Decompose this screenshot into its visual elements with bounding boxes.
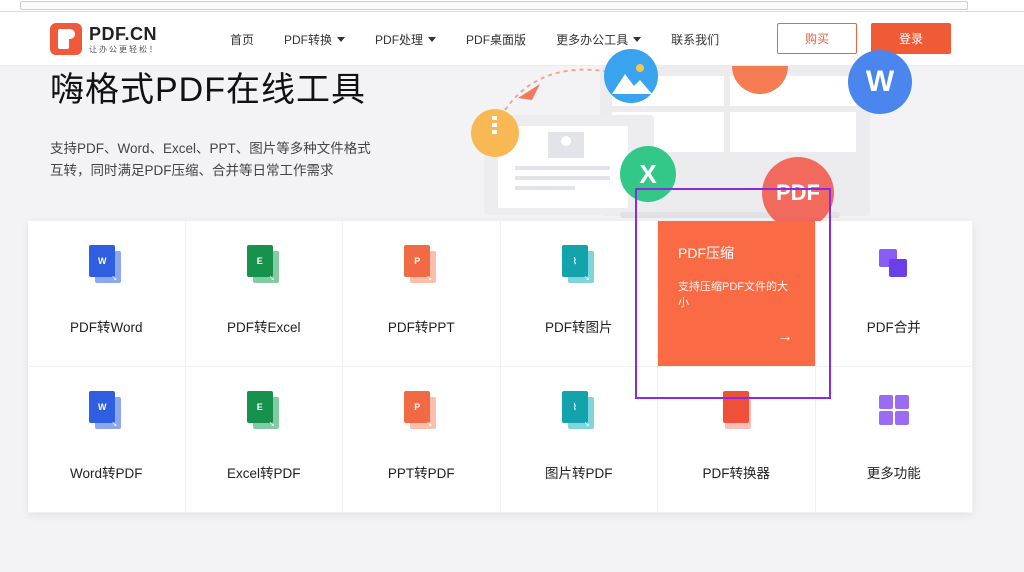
nav-more-tools[interactable]: 更多办公工具 xyxy=(556,31,642,48)
site-header: PDF.CN 让办公更轻松！ 首页 PDF转换 PDF处理 PDF桌面版 更多办… xyxy=(0,12,1024,66)
address-bar[interactable] xyxy=(20,1,968,10)
nav-pdf-process[interactable]: PDF处理 xyxy=(375,31,437,48)
buy-button[interactable]: 购买 xyxy=(777,23,857,54)
pdf-bubble-icon: PDF xyxy=(762,157,834,229)
tool-image-to-pdf[interactable]: ⌇ ↘ 图片转PDF xyxy=(500,367,658,513)
hero-description: 支持PDF、Word、Excel、PPT、图片等多种文件格式 互转，同时满足PD… xyxy=(50,138,390,182)
hero-desc-line1: 支持PDF、Word、Excel、PPT、图片等多种文件格式 xyxy=(50,141,371,156)
ppt-file-icon: P ↘ xyxy=(404,391,438,431)
tool-label: 图片转PDF xyxy=(545,466,613,481)
caret-down-icon xyxy=(633,36,642,42)
logo-text: PDF.CN 让办公更轻松！ xyxy=(89,25,159,54)
tool-label: PDF转PPT xyxy=(387,320,455,335)
logo-icon xyxy=(50,23,82,55)
logo[interactable]: PDF.CN 让办公更轻松！ xyxy=(50,22,170,56)
active-card-title: PDF压缩 xyxy=(678,245,734,261)
nav-pdf-desktop[interactable]: PDF桌面版 xyxy=(466,31,526,48)
tool-label: PDF合并 xyxy=(866,320,921,335)
tool-grid: W ↘ PDF转Word E ↘ PDF转Excel P ↘ PDF转PPT ⌇… xyxy=(28,221,973,513)
nav-contact[interactable]: 联系我们 xyxy=(671,31,719,48)
tool-label: PPT转PDF xyxy=(387,466,455,481)
tool-excel-to-pdf[interactable]: E ↘ Excel转PDF xyxy=(185,367,343,513)
more-apps-icon xyxy=(878,395,909,427)
main-nav: 首页 PDF转换 PDF处理 PDF桌面版 更多办公工具 联系我们 xyxy=(230,12,749,66)
login-button[interactable]: 登录 xyxy=(871,23,951,54)
excel-file-icon: E ↘ xyxy=(246,391,281,431)
tool-pdf-to-image[interactable]: ⌇ ↘ PDF转图片 xyxy=(500,221,658,367)
caret-down-icon xyxy=(428,36,437,42)
tool-label: 更多功能 xyxy=(866,466,921,481)
merge-icon xyxy=(877,245,911,285)
tool-label: PDF转换器 xyxy=(702,466,771,481)
active-card-desc: 支持压缩PDF文件的大小 xyxy=(678,281,788,309)
logo-name: PDF.CN xyxy=(89,23,158,44)
nav-pdf-convert[interactable]: PDF转换 xyxy=(284,31,346,48)
tool-pdf-compress-card[interactable]: PDF压缩 支持压缩PDF文件的大小 → xyxy=(658,221,815,366)
tool-pdf-converter[interactable]: PDF转换器 xyxy=(658,367,816,513)
excel-file-icon: E ↘ xyxy=(246,245,281,285)
browser-address-strip xyxy=(0,0,1024,12)
hero-title: 嗨格式PDF在线工具 xyxy=(50,71,366,109)
word-file-icon: W ↘ xyxy=(89,245,123,285)
tool-label: Word转PDF xyxy=(69,466,143,481)
tool-more-features[interactable]: 更多功能 xyxy=(815,367,973,513)
arrow-right-icon[interactable]: → xyxy=(777,328,793,346)
logo-slogan: 让办公更轻松！ xyxy=(89,44,159,54)
tool-pdf-to-ppt[interactable]: P ↘ PDF转PPT xyxy=(343,221,501,367)
hero-desc-line2: 互转，同时满足PDF压缩、合并等日常工作需求 xyxy=(50,163,334,178)
tool-pdf-to-excel[interactable]: E ↘ PDF转Excel xyxy=(185,221,343,367)
tool-pdf-merge[interactable]: PDF合并 xyxy=(815,221,973,367)
tool-label: PDF转图片 xyxy=(545,320,613,335)
word-file-icon: W ↘ xyxy=(89,391,123,431)
tool-ppt-to-pdf[interactable]: P ↘ PPT转PDF xyxy=(343,367,501,513)
converter-icon xyxy=(719,391,753,431)
image-file-icon: ⌇ ↘ xyxy=(561,391,596,431)
image-file-icon: ⌇ ↘ xyxy=(561,245,596,285)
tool-word-to-pdf[interactable]: W ↘ Word转PDF xyxy=(28,367,186,513)
tool-label: Excel转PDF xyxy=(226,466,301,481)
excel-bubble-icon: X xyxy=(620,146,676,202)
tool-label: PDF转Word xyxy=(69,320,143,335)
nav-home[interactable]: 首页 xyxy=(230,31,254,48)
tool-label: PDF转Excel xyxy=(226,320,301,335)
tool-pdf-to-word[interactable]: W ↘ PDF转Word xyxy=(28,221,186,367)
ppt-file-icon: P ↘ xyxy=(404,245,438,285)
caret-down-icon xyxy=(337,36,346,42)
